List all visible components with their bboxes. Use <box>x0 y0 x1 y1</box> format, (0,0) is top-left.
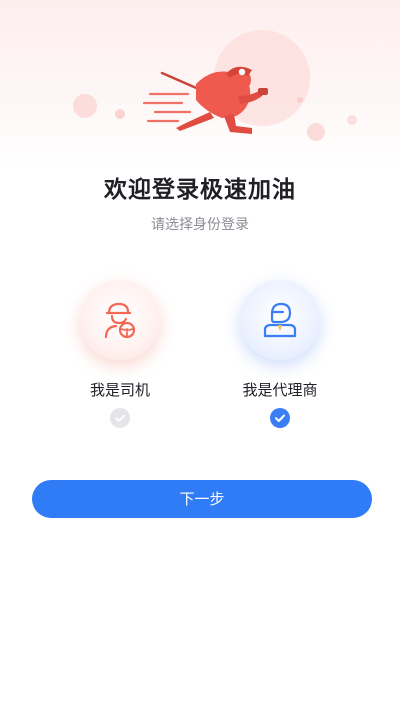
checkmark-icon <box>275 414 285 422</box>
page-title: 欢迎登录极速加油 <box>104 177 296 203</box>
agent-person-icon <box>263 302 297 338</box>
driver-radio-unchecked[interactable] <box>110 408 130 428</box>
role-option-agent[interactable]: 我是代理商 <box>210 275 350 435</box>
agent-avatar[interactable] <box>240 280 320 360</box>
role-label-driver: 我是司机 <box>89 381 150 399</box>
checkmark-icon <box>115 414 125 422</box>
role-option-driver[interactable]: 我是司机 <box>50 275 190 435</box>
driver-steering-wheel-icon <box>104 302 136 339</box>
driver-avatar[interactable] <box>80 280 160 360</box>
login-role-screen: 欢迎登录极速加油 请选择身份登录 我是司机 我是代理商 下一步 <box>0 0 400 711</box>
role-label-agent: 我是代理商 <box>242 381 318 399</box>
next-button[interactable]: 下一步 <box>32 480 372 518</box>
page-subtitle: 请选择身份登录 <box>151 217 249 233</box>
running-fuel-attendant-illustration <box>73 30 357 141</box>
agent-radio-checked[interactable] <box>270 408 290 428</box>
